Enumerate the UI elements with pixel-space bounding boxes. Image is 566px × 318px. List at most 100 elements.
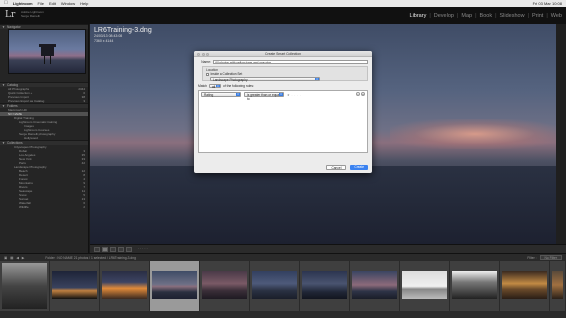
module-map[interactable]: Map <box>461 13 472 19</box>
name-row: Name: All photos with yellow tags and on… <box>198 59 368 65</box>
survey-view-icon[interactable] <box>118 246 124 252</box>
loupe-filename: LR6Training-3.dng <box>94 27 152 34</box>
filmstrip-thumbnail[interactable] <box>250 261 300 311</box>
module-separator: | <box>429 13 431 19</box>
inside-collection-set-checkbox[interactable] <box>206 72 209 76</box>
compare-view-icon[interactable] <box>110 246 116 252</box>
dialog-title: Create Smart Collection <box>265 52 301 56</box>
identity-plate: Lr Adobe Lightroom Serge Ramelli Library… <box>0 7 566 24</box>
dialog-body: Name: All photos with yellow tags and on… <box>194 57 372 155</box>
menubar-clock[interactable]: Fri 03 Mar 10:08 <box>533 1 562 6</box>
module-separator: | <box>546 13 548 19</box>
location-select[interactable]: Landscape Photography ⇕ <box>210 76 320 82</box>
window-controls <box>197 52 209 56</box>
match-select[interactable]: all ⇕ <box>208 83 221 89</box>
rules-list: Rating ⇕ is greater than or equal to ⇕ ★… <box>198 90 368 153</box>
module-separator: | <box>527 13 530 19</box>
thumbnail-image <box>402 271 447 299</box>
module-picker: Library | Develop | Map | Book | Slidesh… <box>410 13 562 19</box>
name-field[interactable]: All photos with yellow tags and one star <box>213 59 368 65</box>
match-suffix: of the following rules: <box>222 84 254 88</box>
lifeguard-hut-shape <box>39 44 56 56</box>
menu-edit[interactable]: Edit <box>49 1 56 6</box>
panel-list-item[interactable]: Wildlife 2 <box>0 205 88 209</box>
catalog-section: ▼ Catalog All Photographs 2344 Quick Collec… <box>0 82 88 209</box>
loupe-dimensions: 7360 x 4144 <box>94 38 114 43</box>
library-toolbar: · · · · · <box>90 244 566 253</box>
module-separator: | <box>475 13 477 19</box>
filmstrip-thumbnail[interactable] <box>100 261 150 311</box>
inside-collection-set-label: Inside a Collection Set <box>210 72 243 77</box>
filmstrip-thumbnail[interactable] <box>550 261 566 311</box>
grid-view-icon[interactable] <box>94 246 100 252</box>
chevron-updown-icon: ⇕ <box>279 93 283 97</box>
location-select-value: Landscape Photography <box>213 77 248 82</box>
module-slideshow[interactable]: Slideshow <box>500 13 525 19</box>
rating-toolbar-stars[interactable]: · · · · · <box>138 247 148 251</box>
filmstrip-thumbnail[interactable] <box>200 261 250 311</box>
module-print[interactable]: Print <box>532 13 543 19</box>
module-web[interactable]: Web <box>551 13 562 19</box>
name-label: Name: <box>201 60 211 64</box>
chevron-updown-icon: ⇕ <box>315 77 319 81</box>
module-book[interactable]: Book <box>480 13 493 19</box>
dialog-titlebar: Create Smart Collection <box>194 51 372 57</box>
rule-field-select[interactable]: Rating ⇕ <box>201 92 241 97</box>
filmstrip-scrollbar[interactable] <box>0 311 566 318</box>
menu-window[interactable]: Window <box>61 1 75 6</box>
remove-rule-icon[interactable]: − <box>356 92 360 96</box>
menu-app-name[interactable]: Lightroom <box>13 1 33 6</box>
right-panel-collapsed[interactable] <box>556 24 566 244</box>
lightroom-window:  Lightroom File Edit Window Help Fri 03… <box>0 0 566 318</box>
filmstrip-thumbnail[interactable] <box>300 261 350 311</box>
lightroom-logo: Lr <box>5 10 16 20</box>
dialog-buttons: Cancel Create <box>326 165 368 170</box>
lifeguard-hut-legs <box>44 56 51 64</box>
create-button[interactable]: Create <box>350 165 368 170</box>
create-smart-collection-dialog: Create Smart Collection Name: All photos… <box>194 51 372 173</box>
add-rule-icon[interactable]: + <box>361 92 365 96</box>
filter-select[interactable]: No Filter <box>539 255 562 260</box>
people-view-icon[interactable] <box>126 246 132 252</box>
filmstrip-thumbnail[interactable] <box>150 261 200 311</box>
minimize-dot-icon[interactable] <box>201 52 205 56</box>
collection-list: Cityscapes Photography Dubai 3 Los Angeles 3… <box>0 145 88 209</box>
rule-operator-select[interactable]: is greater than or equal to ⇕ <box>244 92 284 101</box>
navigator-preview[interactable] <box>8 29 86 74</box>
panel-list-item-count: 2 <box>83 205 85 209</box>
disclosure-triangle-icon[interactable]: ▼ <box>2 25 5 29</box>
thumbnail-image <box>202 271 247 299</box>
thumbnail-image <box>152 271 197 299</box>
thumbnail-image <box>302 271 347 299</box>
sunset-glow <box>390 119 556 149</box>
filmstrip-thumbnail[interactable] <box>350 261 400 311</box>
catalog-owner: Adobe Lightroom Serge Ramelli <box>21 10 44 18</box>
module-separator: | <box>456 13 459 19</box>
thumbnail-image <box>2 263 47 309</box>
module-library[interactable]: Library <box>410 13 427 19</box>
menu-file[interactable]: File <box>38 1 44 6</box>
match-select-value: all <box>211 84 216 89</box>
zoom-dot-icon[interactable] <box>206 52 209 56</box>
thumbnail-image <box>452 271 497 299</box>
module-develop[interactable]: Develop <box>434 13 454 19</box>
filmstrip-thumbnail[interactable] <box>400 261 450 311</box>
apple-icon[interactable]:  <box>4 0 8 7</box>
thumbnail-image <box>252 271 297 299</box>
filmstrip-thumbnail[interactable] <box>500 261 550 311</box>
filmstrip-thumbnail[interactable] <box>50 261 100 311</box>
loupe-info-overlay: LR6Training-3.dng 24/03/13 08:43:08 7360… <box>94 27 152 43</box>
location-group: Location Inside a Collection Set Landsca… <box>202 66 368 82</box>
thumbnail-image <box>352 271 397 299</box>
chevron-updown-icon: ⇕ <box>215 84 220 88</box>
close-dot-icon[interactable] <box>197 52 200 56</box>
loupe-view-icon[interactable] <box>102 246 108 252</box>
rating-stars[interactable]: ★ · · · · <box>287 93 302 97</box>
thumbnail-image <box>52 271 97 299</box>
filmstrip-thumbnail[interactable] <box>450 261 500 311</box>
catalog-list: All Photographs 2344 Quick Collection +0 Pr… <box>0 87 88 103</box>
menu-help[interactable]: Help <box>80 1 88 6</box>
match-label: Match <box>198 84 207 88</box>
cancel-button[interactable]: Cancel <box>326 165 347 170</box>
filmstrip-thumbnail[interactable] <box>0 261 50 311</box>
